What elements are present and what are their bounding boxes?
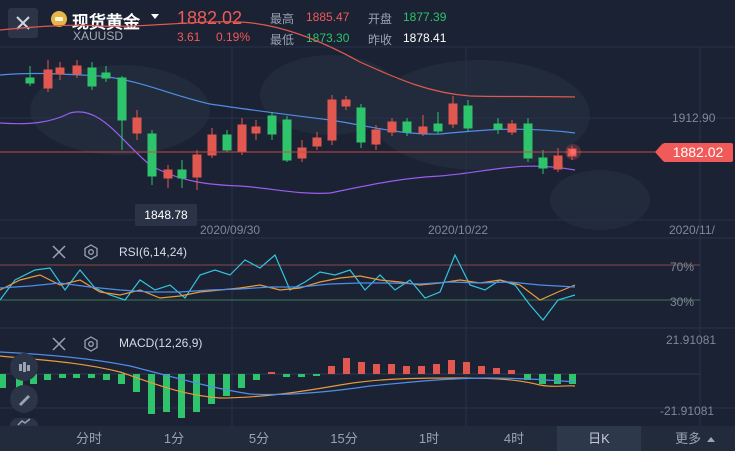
tab-1hour[interactable]: 1时: [395, 426, 463, 451]
macd-title: MACD(12,26,9): [119, 336, 203, 350]
indicator-tool-button[interactable]: [10, 353, 38, 381]
rsi-settings-icon[interactable]: [83, 244, 99, 260]
current-price-tag: 1882.02: [655, 143, 733, 162]
tab-daily[interactable]: 日K: [557, 426, 641, 451]
macd-settings-icon[interactable]: [83, 336, 99, 352]
macd-dea-line: [0, 351, 576, 396]
candle-tool-icon: [19, 362, 30, 372]
tab-4hour[interactable]: 4时: [480, 426, 548, 451]
date-label-1: 2020/09/30: [200, 223, 261, 237]
tab-1min[interactable]: 1分: [140, 426, 208, 451]
trend-icon: [17, 418, 31, 426]
trend-tool-button[interactable]: [10, 418, 38, 426]
pen-icon: [19, 395, 30, 406]
tab-more-label: 更多: [675, 431, 702, 446]
macd-axis-bottom: -21.91081: [660, 404, 715, 418]
current-price-dot: [570, 149, 576, 155]
date-label-2: 2020/10/22: [428, 223, 489, 237]
tab-5min[interactable]: 5分: [225, 426, 293, 451]
macd-histogram: [0, 358, 576, 418]
tab-timeshare[interactable]: 分时: [55, 426, 123, 451]
tab-15min[interactable]: 15分: [310, 426, 378, 451]
timeframe-tabs: 分时 1分 5分 15分 1时 4时 日K 更多: [0, 426, 735, 451]
kline-chart[interactable]: [0, 0, 735, 426]
date-label-3: 2020/11/: [669, 223, 715, 237]
tab-more[interactable]: 更多: [655, 426, 735, 451]
caret-up-icon: [706, 437, 715, 443]
macd-axis-top: 21.91081: [666, 333, 717, 347]
draw-tool-button[interactable]: [10, 385, 38, 413]
rsi-title: RSI(6,14,24): [119, 245, 188, 259]
rsi-30-label: 30%: [670, 295, 695, 309]
macd-close-icon[interactable]: [52, 337, 66, 351]
period-low-marker: 1848.78: [135, 204, 197, 226]
rsi-70-label: 70%: [670, 260, 695, 274]
price-axis-label: 1912.90: [672, 111, 716, 125]
rsi-close-icon[interactable]: [52, 245, 66, 259]
